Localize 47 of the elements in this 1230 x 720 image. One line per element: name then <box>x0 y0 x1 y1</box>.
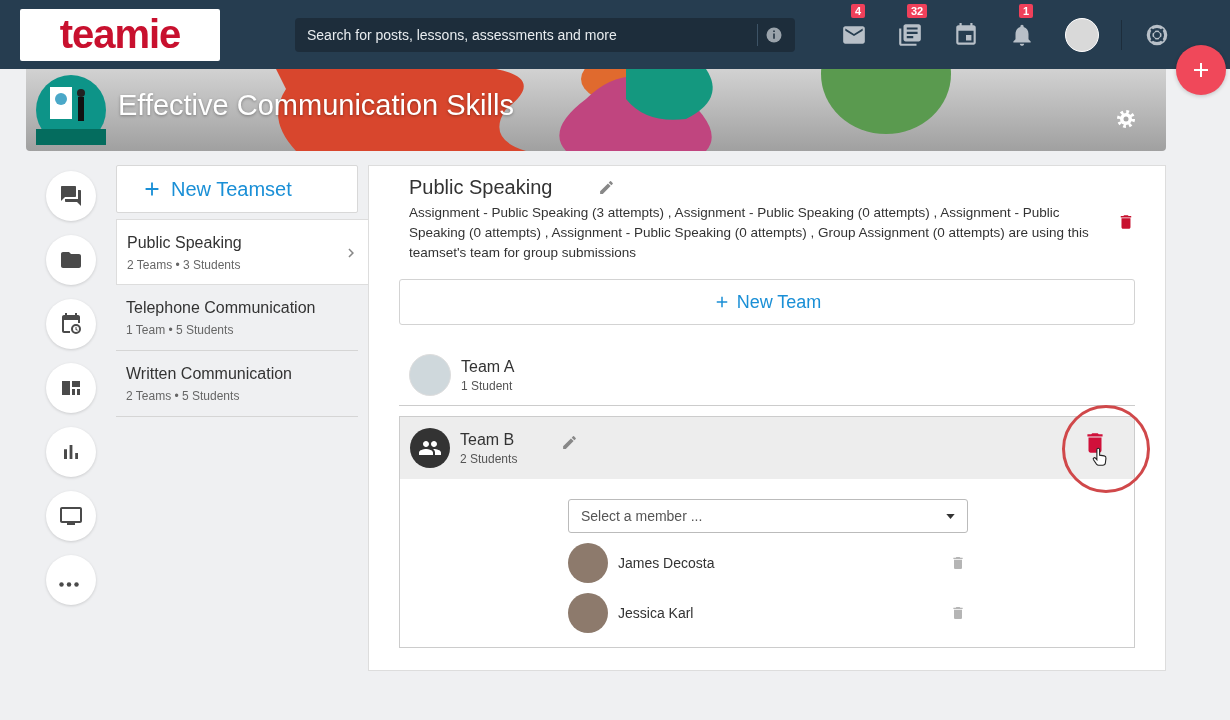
teamset-counts: 1 Team • 5 Students <box>126 323 235 337</box>
teamset-counts: 2 Teams • 5 Students <box>126 389 241 403</box>
notification-badge: 32 <box>907 3 928 18</box>
nav-button[interactable] <box>46 363 96 413</box>
teamset-name: Public Speaking <box>127 234 243 252</box>
team-count: 2 Students <box>460 451 518 466</box>
edit-icon[interactable] <box>561 433 579 451</box>
calendar-clock-icon <box>59 312 83 336</box>
add-button[interactable] <box>1176 45 1226 95</box>
teamset-name: Telephone Communication <box>126 299 317 317</box>
info-icon[interactable] <box>765 25 783 44</box>
search-field[interactable]: Search for posts, lessons, assessments and more <box>295 17 795 52</box>
nav-button[interactable] <box>46 427 96 477</box>
logo[interactable]: teamie <box>20 8 220 61</box>
nav-button[interactable] <box>46 235 96 285</box>
caret-icon <box>946 513 955 519</box>
teamset-item[interactable]: Written Communication 2 Teams • 5 Students <box>116 351 358 417</box>
teamset-item[interactable]: Telephone Communication 1 Team • 5 Students <box>116 285 358 351</box>
more-icon <box>59 582 79 587</box>
member-name: James Decosta <box>618 555 716 571</box>
nav-button[interactable] <box>46 299 96 349</box>
photo-placeholder <box>568 593 608 633</box>
stacked-pages-icon[interactable] <box>897 21 923 48</box>
notification-badge: 1 <box>1019 3 1034 18</box>
new-team-button[interactable]: New Team <box>399 279 1135 325</box>
nav-button[interactable] <box>46 171 96 221</box>
course-logo-drawing <box>36 75 106 145</box>
notification-badge: 4 <box>851 3 866 18</box>
team-count: 1 Student <box>461 378 514 393</box>
edit-icon[interactable] <box>598 179 616 196</box>
team-name[interactable]: Team A <box>461 357 515 376</box>
teamset-title: Public Speaking <box>409 176 553 199</box>
teamset-counts: 2 Teams • 3 Students <box>127 258 242 272</box>
photo-placeholder <box>409 354 451 396</box>
monitor-icon <box>59 504 83 528</box>
nav-button[interactable] <box>46 491 96 541</box>
team-name[interactable]: Team B <box>460 430 518 449</box>
user-avatar[interactable] <box>1065 17 1099 52</box>
usage-notice: Assignment - Public Speaking (3 attempts) , Assignment - Public Speaking (0 attempts) , Assignment - Public Speaking (0 attempts) , Assignment - Public Speaking (0 attempts) , Group Assignment (0 attempts) are using this teamset's team for group submissions <box>409 204 1090 262</box>
chat-icon <box>59 184 83 208</box>
teamset-item[interactable]: Public Speaking 2 Teams • 3 Students <box>116 219 368 285</box>
calendar-icon[interactable] <box>953 21 979 48</box>
teamset-name: Written Communication <box>126 365 293 383</box>
member-name: Jessica Karl <box>618 605 695 621</box>
new-teamset-button[interactable]: New Teamset <box>116 165 358 213</box>
member-select[interactable]: Select a member ... <box>568 499 968 533</box>
photo-placeholder <box>568 543 608 583</box>
